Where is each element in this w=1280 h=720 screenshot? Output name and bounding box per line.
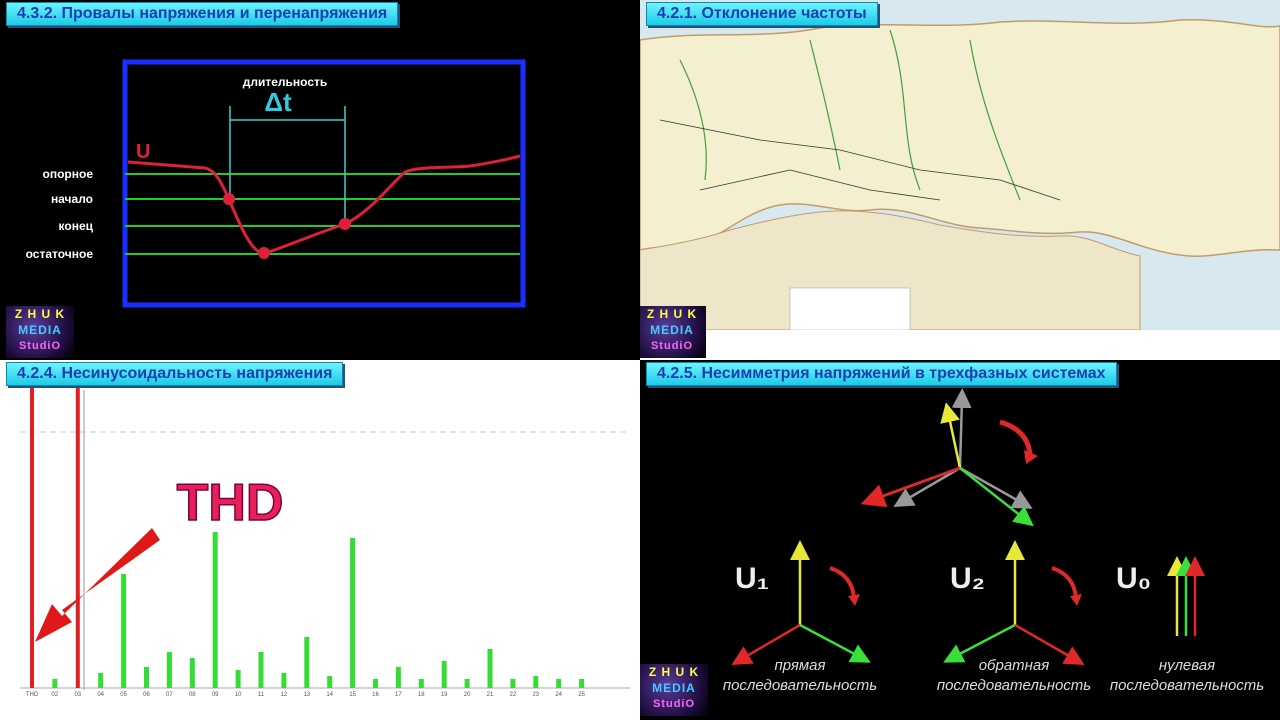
harmonic-bar-02 xyxy=(52,679,58,688)
point-end xyxy=(339,218,351,230)
panel-title: 4.3.2. Провалы напряжения и перенапряжен… xyxy=(6,2,399,26)
harmonic-bar-19 xyxy=(441,661,447,688)
u1-caption-line1: прямая xyxy=(774,657,825,674)
harmonic-bar-21 xyxy=(487,649,493,688)
harmonic-bar-11 xyxy=(258,652,264,688)
harmonic-bar-10 xyxy=(235,670,241,688)
tick-label-24: 24 xyxy=(555,692,562,698)
panel-voltage-dips: длительность Δt U опорное начало конец о… xyxy=(0,0,640,360)
tick-label-06: 06 xyxy=(143,692,150,698)
point-residual xyxy=(258,247,270,259)
phasor-diagram: U₁ U₂ U₀ прямая последовательность обрат… xyxy=(723,388,1264,694)
tick-label-03: 03 xyxy=(74,692,81,698)
map-land xyxy=(640,19,1280,257)
level-label-reference: опорное xyxy=(43,167,94,181)
tick-label-22: 22 xyxy=(510,692,517,698)
harmonic-bar-23 xyxy=(533,676,539,688)
voltage-dip-diagram: длительность Δt U опорное начало конец о… xyxy=(26,59,526,308)
harmonic-bar-09 xyxy=(212,532,218,688)
studio-logo: Z H U K MEDIA StudiO xyxy=(640,306,706,358)
harmonic-bar-15 xyxy=(350,538,356,688)
thd-label: THD xyxy=(177,474,284,532)
delta-t-label: Δt xyxy=(264,87,292,117)
harmonic-bar-13 xyxy=(304,637,310,688)
level-label-end: конец xyxy=(59,219,94,233)
harmonic-bar-THD xyxy=(30,388,34,688)
frame xyxy=(122,59,526,308)
harmonic-bar-16 xyxy=(373,679,378,688)
tick-label-04: 04 xyxy=(97,692,104,698)
tick-label-13: 13 xyxy=(303,692,310,698)
tick-label-16: 16 xyxy=(372,692,379,698)
tick-label-10: 10 xyxy=(235,692,242,698)
harmonic-bar-20 xyxy=(464,679,470,688)
harmonic-bar-07 xyxy=(166,652,172,688)
harmonic-bar-06 xyxy=(144,667,149,688)
panel-harmonics: THD 02 03 04 05 06 07 08 09 10 11 12 13 14 15 16 17 18 19 2… xyxy=(0,360,640,720)
rotation-arrow-u1 xyxy=(829,566,856,599)
tick-label-02: 02 xyxy=(52,692,59,698)
harmonic-bar-25 xyxy=(579,679,585,688)
harmonic-bar-04 xyxy=(98,673,104,688)
panel-asymmetry: U₁ U₂ U₀ прямая последовательность обрат… xyxy=(640,360,1280,720)
tick-label-18: 18 xyxy=(418,692,425,698)
rotation-arrow-top xyxy=(999,419,1033,456)
tick-label-08: 08 xyxy=(189,692,196,698)
u1-label: U₁ xyxy=(735,562,769,595)
harmonic-bar-08 xyxy=(189,658,195,688)
level-label-residual: остаточное xyxy=(26,247,94,261)
u0-caption-line2: последовательность xyxy=(1110,677,1264,694)
u2-caption-line1: обратная xyxy=(979,657,1050,674)
panel-title: 4.2.1. Отклонение частоты xyxy=(646,2,878,26)
harmonic-bar-03 xyxy=(75,388,80,688)
tick-label-05: 05 xyxy=(120,692,127,698)
voltage-curve xyxy=(127,154,521,256)
panel-title: 4.2.4. Несинусоидальность напряжения xyxy=(6,362,344,386)
panel-frequency-map: 4.2.1. Отклонение частоты Z H U K MEDIA St… xyxy=(640,0,1280,360)
u0-caption-line1: нулевая xyxy=(1159,657,1215,674)
harmonic-bar-24 xyxy=(556,679,562,688)
u-label: U xyxy=(136,141,150,163)
tick-label-07: 07 xyxy=(166,692,173,698)
harmonic-bar-22 xyxy=(510,679,516,688)
point-start xyxy=(223,193,235,205)
u0-label: U₀ xyxy=(1116,562,1151,595)
harmonic-bar-12 xyxy=(281,673,287,688)
map-bottom-strip xyxy=(640,330,1280,360)
thd-arrow xyxy=(35,528,160,642)
level-label-start: начало xyxy=(51,192,93,206)
tick-label-23: 23 xyxy=(532,692,539,698)
tick-label-19: 19 xyxy=(441,692,448,698)
rotation-arrow-u2 xyxy=(1051,566,1078,599)
energy-system-map xyxy=(640,0,1280,360)
tick-label-21: 21 xyxy=(487,692,494,698)
tick-label-25: 25 xyxy=(578,692,585,698)
harmonic-bar-17 xyxy=(395,667,401,688)
tick-label-15: 15 xyxy=(349,692,356,698)
combined-phasors xyxy=(860,388,1034,527)
tick-label-20: 20 xyxy=(464,692,471,698)
harmonic-bar-14 xyxy=(327,676,333,688)
harmonics-chart: THD 02 03 04 05 06 07 08 09 10 11 12 13 14 15 16 17 18 19 2… xyxy=(20,388,630,698)
phasor-u0 xyxy=(1167,556,1205,636)
harmonic-bar-05 xyxy=(121,574,127,688)
studio-logo: Z H U K MEDIA StudiO xyxy=(640,664,708,716)
tick-label-17: 17 xyxy=(395,692,402,698)
studio-logo: Z H U K MEDIA StudiO xyxy=(6,306,74,358)
tick-label-11: 11 xyxy=(258,692,265,698)
u2-caption-line2: последовательность xyxy=(937,677,1091,694)
u2-label: U₂ xyxy=(950,562,985,595)
tick-label-THD: THD xyxy=(26,692,39,698)
tick-label-09: 09 xyxy=(212,692,219,698)
harmonic-bar-18 xyxy=(418,679,424,688)
u1-caption-line2: последовательность xyxy=(723,677,877,694)
tick-label-12: 12 xyxy=(281,692,288,698)
panel-title: 4.2.5. Несимметрия напряжений в трехфазн… xyxy=(646,362,1117,386)
tick-label-14: 14 xyxy=(326,692,333,698)
map-legend xyxy=(789,287,911,331)
